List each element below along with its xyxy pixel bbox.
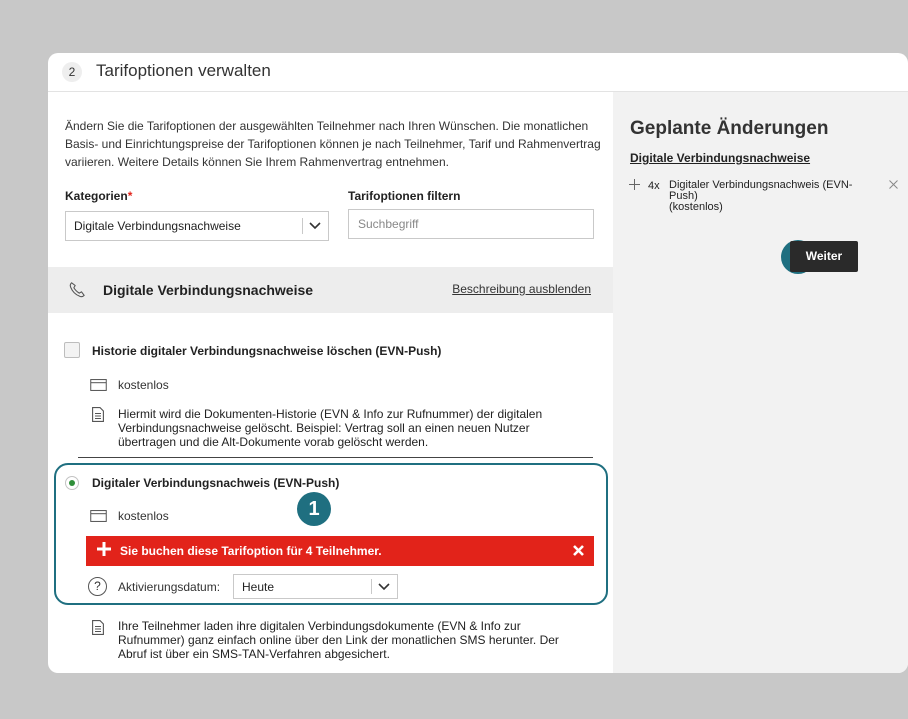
required-mark: * (127, 189, 133, 203)
credit-card-icon (90, 510, 107, 522)
planned-item-price: (kostenlos) (669, 201, 723, 213)
intro-text: Ändern Sie die Tarifoptionen der ausgewä… (65, 119, 601, 169)
options-panel: Ändern Sie die Tarifoptionen der ausgewä… (48, 92, 613, 673)
kategorien-select[interactable]: Digitale Verbindungsnachweise (65, 211, 329, 241)
planned-item-count: 4x (648, 180, 660, 192)
activation-date-value: Heute (242, 579, 275, 594)
page-title: Tarifoptionen verwalten (96, 61, 271, 80)
alert-text: Sie buchen diese Tarifoption für 4 Teiln… (120, 544, 382, 558)
planned-category: Digitale Verbindungsnachweise (630, 151, 811, 165)
planned-item: Digitaler Verbindungsnachweis (EVN-Push)… (669, 180, 859, 213)
option2-price: kostenlos (118, 509, 169, 523)
planned-item-name: Digitaler Verbindungsnachweis (EVN-Push) (669, 179, 853, 202)
select-divider (302, 218, 303, 234)
filter-label: Tarifoptionen filtern (348, 189, 461, 203)
activation-date-select[interactable]: Heute (233, 574, 398, 599)
booking-alert: Sie buchen diese Tarifoption für 4 Teiln… (86, 536, 594, 566)
weiter-button[interactable]: Weiter (790, 241, 858, 272)
section-title: Digitale Verbindungsnachweise (103, 282, 314, 298)
select-divider (371, 579, 372, 594)
document-icon (92, 407, 104, 422)
kategorien-value: Digitale Verbindungsnachweise (74, 219, 241, 233)
activation-date-label: Aktivierungsdatum: (118, 580, 221, 594)
chevron-down-icon (309, 222, 321, 230)
planned-changes-title: Geplante Änderungen (630, 118, 829, 139)
kategorien-label: Kategorien* (65, 189, 132, 203)
document-icon (92, 620, 104, 635)
option1-title: Historie digitaler Verbindungsnachweise … (92, 344, 442, 358)
close-icon[interactable] (573, 545, 584, 556)
close-icon[interactable] (889, 180, 898, 189)
plus-icon (97, 542, 111, 556)
help-icon[interactable]: ? (88, 577, 107, 596)
option2-radio[interactable] (65, 476, 79, 490)
credit-card-icon (90, 379, 107, 391)
search-input[interactable]: Suchbegriff (348, 209, 594, 239)
planned-changes-panel: Geplante Änderungen Digitale Verbindungs… (613, 92, 908, 673)
kategorien-label-text: Kategorien (65, 189, 128, 203)
option2-title: Digitaler Verbindungsnachweis (EVN-Push) (92, 476, 340, 490)
chevron-down-icon (378, 582, 390, 590)
step-number: 2 (62, 62, 82, 82)
option-divider (78, 457, 593, 458)
hide-description-link[interactable]: Beschreibung ausblenden (452, 282, 591, 296)
callout-badge-1: 1 (297, 492, 331, 526)
option1-description: Hiermit wird die Dokumenten-Historie (EV… (118, 407, 543, 449)
step-header: 2 Tarifoptionen verwalten (48, 53, 908, 92)
section-header: Digitale Verbindungsnachweise Beschreibu… (48, 267, 613, 313)
option1-checkbox[interactable] (64, 342, 80, 358)
tariff-options-card: 2 Tarifoptionen verwalten Ändern Sie die… (48, 53, 908, 673)
option2-description: Ihre Teilnehmer laden ihre digitalen Ver… (118, 619, 559, 661)
phone-icon (69, 282, 85, 298)
plus-icon (629, 179, 640, 190)
option1-price: kostenlos (118, 378, 169, 392)
